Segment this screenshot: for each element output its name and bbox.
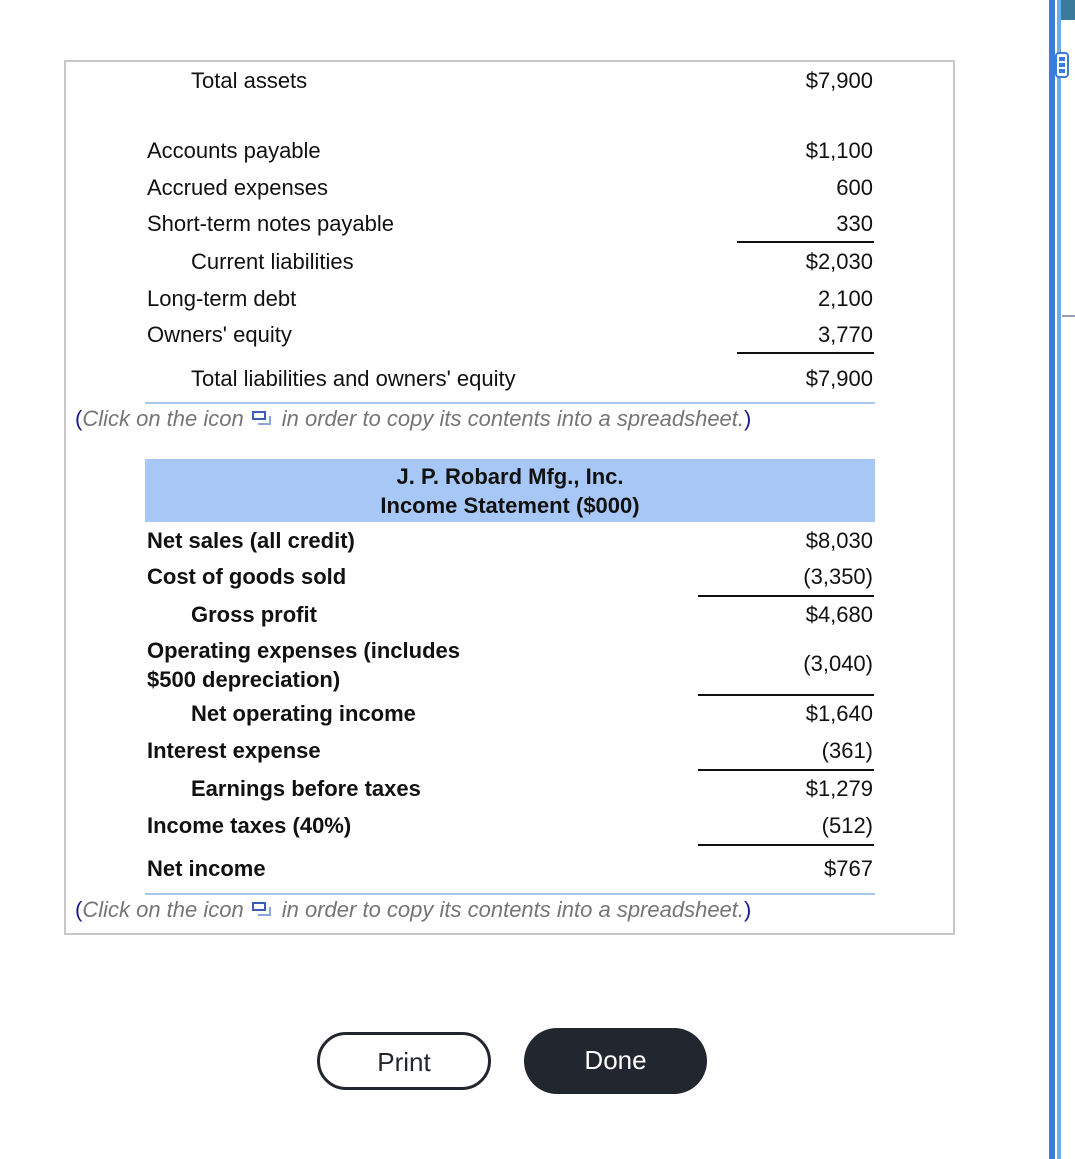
total-rule [737, 352, 874, 354]
copy-to-spreadsheet-icon[interactable] [250, 899, 274, 919]
row-label: Net operating income [191, 701, 416, 726]
background-divider [1062, 315, 1075, 317]
row-label: Owners' equity [147, 322, 292, 347]
copy-note: (Click on the icon in order to copy its c… [75, 406, 751, 432]
income-statement-header: J. P. Robard Mfg., Inc. Income Statement… [145, 459, 875, 522]
row-value: (3,040) [803, 651, 873, 676]
copy-note: (Click on the icon in order to copy its c… [75, 897, 751, 923]
done-button[interactable]: Done [524, 1028, 707, 1094]
total-rule [698, 844, 874, 846]
row-label: Earnings before taxes [191, 776, 421, 801]
subtotal-rule [737, 241, 874, 243]
row-label: Operating expenses (includes [147, 638, 460, 663]
subtotal-rule [698, 769, 874, 771]
row-value: $8,030 [805, 528, 873, 553]
copy-to-spreadsheet-icon[interactable] [250, 408, 274, 428]
row-value: $7,900 [805, 68, 873, 93]
row-label: Accounts payable [147, 138, 321, 163]
row-value: (361) [821, 738, 873, 763]
row-value: 330 [836, 211, 873, 236]
row-label: Net income [147, 856, 266, 881]
company-name: J. P. Robard Mfg., Inc. [396, 464, 624, 489]
row-label: Short-term notes payable [147, 211, 395, 236]
row-label: Total liabilities and owners' equity [191, 366, 516, 391]
row-value: 2,100 [817, 286, 873, 311]
note-paren-close: ) [744, 897, 752, 922]
row-label: Income taxes (40%) [147, 813, 352, 838]
row-value: 600 [836, 175, 873, 200]
row-value: 3,770 [817, 322, 873, 347]
row-value: $767 [824, 856, 873, 881]
note-text-before: Click on the icon [82, 897, 244, 922]
row-label: Accrued expenses [147, 175, 328, 200]
subtotal-rule [698, 595, 874, 597]
row-label: Current liabilities [191, 249, 354, 274]
row-value: $2,030 [805, 249, 873, 274]
window-edge-border-inner [1057, 0, 1061, 1159]
row-label: Interest expense [147, 738, 321, 763]
row-label: Cost of goods sold [147, 564, 347, 589]
note-text-after: in order to copy its contents into a spr… [281, 406, 745, 431]
row-label: Gross profit [191, 602, 317, 627]
row-value: $7,900 [805, 366, 873, 391]
note-text-before: Click on the icon [82, 406, 244, 431]
row-value: (512) [821, 813, 873, 838]
note-text-after: in order to copy its contents into a spr… [281, 897, 745, 922]
row-value: $1,100 [805, 138, 873, 163]
row-label: Long-term debt [147, 286, 297, 311]
statement-title: Income Statement ($000) [380, 493, 640, 518]
row-value: (3,350) [803, 564, 873, 589]
note-separator [145, 402, 875, 404]
resize-handle-icon[interactable] [1055, 52, 1069, 78]
row-label-continued: $500 depreciation) [147, 667, 341, 692]
note-paren-close: ) [744, 406, 752, 431]
note-separator [145, 893, 875, 895]
window-header-strip [1061, 0, 1075, 20]
row-value: $1,279 [805, 776, 873, 801]
row-label: Net sales (all credit) [147, 528, 355, 553]
window-edge-border [1049, 0, 1055, 1159]
row-value: $1,640 [805, 701, 873, 726]
row-label: Total assets [191, 68, 308, 93]
subtotal-rule [698, 694, 874, 696]
row-value: $4,680 [805, 602, 873, 627]
print-button[interactable]: Print [317, 1032, 491, 1090]
